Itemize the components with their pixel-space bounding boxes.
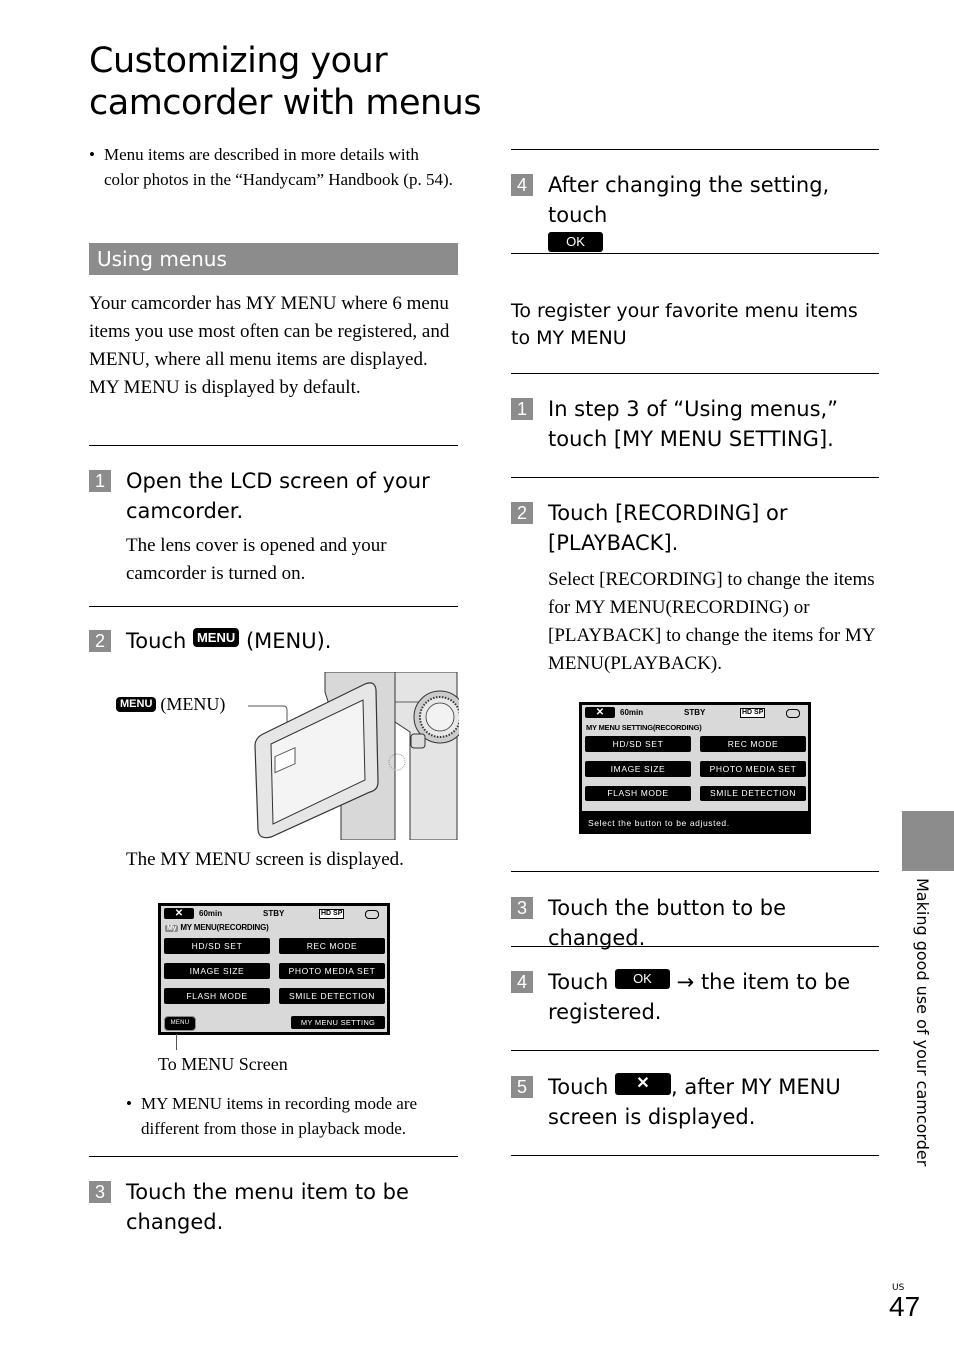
chapter-tab — [902, 811, 954, 871]
step-number: 5 — [511, 1076, 533, 1098]
page-title: Customizing your camcorder with menus — [89, 41, 482, 123]
menu-item-button[interactable]: IMAGE SIZE — [585, 761, 691, 777]
menu-item-button[interactable]: SMILE DETECTION — [700, 786, 806, 801]
my-menu-setting-button[interactable]: MY MENU SETTING — [291, 1016, 385, 1029]
page-number: 47 — [889, 1291, 921, 1322]
menu-item-button[interactable]: SMILE DETECTION — [279, 988, 385, 1004]
menu-item-button[interactable]: PHOTO MEDIA SET — [279, 963, 385, 979]
divider — [511, 373, 879, 374]
bullet-icon: • — [126, 1094, 132, 1113]
menu-item-button[interactable]: HD/SD SET — [585, 736, 691, 752]
screen-footer-message: Select the button to be adjusted. — [580, 813, 810, 833]
my-menu-setting-screen: ✕ 60min STBY HD SP MY MENU SETTING(RECOR… — [579, 702, 811, 834]
battery-indicator: 60min — [620, 708, 644, 717]
screen-heading: MY MENU SETTING(RECORDING) — [586, 723, 702, 732]
section-intro: Your camcorder has MY MENU where 6 menu … — [89, 293, 450, 398]
screen-caption: To MENU Screen — [158, 1054, 288, 1074]
step-number: 3 — [89, 1181, 111, 1203]
step-2: 2 Touch MENU (MENU). — [89, 626, 458, 656]
arrow-right-icon: → — [676, 970, 695, 994]
chapter-label: Making good use of your camcorder — [913, 878, 932, 1167]
menu-button-icon: MENU — [116, 697, 157, 712]
register-step-1: 1 In step 3 of “Using menus,” touch [MY … — [511, 394, 879, 454]
ok-button-icon: OK — [548, 232, 603, 252]
close-button-icon: ✕ — [614, 1073, 671, 1095]
menu-item-button[interactable]: FLASH MODE — [585, 786, 691, 801]
media-icon — [365, 910, 379, 919]
register-step-4: 4 Touch OK → the item to be registered. — [511, 967, 879, 1027]
menu-item-button[interactable]: IMAGE SIZE — [164, 963, 270, 979]
step-3: 3 Touch the menu item to be changed. — [89, 1177, 458, 1237]
mode-note: • MY MENU items in recording mode are di… — [126, 1091, 456, 1141]
divider — [511, 1155, 879, 1156]
my-badge: My — [165, 925, 179, 932]
bullet-icon: • — [89, 145, 95, 164]
camcorder-illustration — [248, 672, 459, 840]
divider — [511, 871, 879, 872]
section-heading: Using menus — [89, 243, 458, 275]
close-icon[interactable]: ✕ — [585, 707, 615, 718]
figure-caption: The MY MENU screen is displayed. — [126, 849, 404, 870]
divider — [511, 477, 879, 478]
menu-item-button[interactable]: PHOTO MEDIA SET — [700, 761, 806, 777]
step-number: 2 — [89, 630, 111, 652]
step-number: 1 — [89, 470, 111, 492]
step-number: 4 — [511, 174, 533, 196]
step-1: 1 Open the LCD screen of your camcorder.… — [89, 466, 458, 588]
divider — [89, 1156, 458, 1157]
menu-item-button[interactable]: FLASH MODE — [164, 988, 270, 1004]
register-step-2: 2 Touch [RECORDING] or [PLAYBACK]. Selec… — [511, 498, 879, 678]
my-menu-screen: ✕ 60min STBY HD SP My MY MENU(RECORDING) … — [158, 903, 390, 1035]
menu-item-button[interactable]: REC MODE — [279, 938, 385, 954]
divider — [511, 253, 879, 254]
quality-indicator: HD SP — [740, 708, 766, 718]
step-4: 4 After changing the setting, touch OK — [511, 170, 879, 252]
register-step-5: 5 Touch ✕, after MY MENU screen is displ… — [511, 1072, 879, 1132]
step-number: 2 — [511, 502, 533, 524]
menu-button-icon: MENU — [192, 627, 240, 647]
divider — [89, 606, 458, 607]
menu-item-button[interactable]: HD/SD SET — [164, 938, 270, 954]
media-icon — [786, 709, 800, 718]
callout-line — [176, 1034, 177, 1050]
menu-item-button[interactable]: REC MODE — [700, 736, 806, 752]
ok-button-icon: OK — [614, 969, 670, 989]
to-menu-button[interactable]: MENU — [164, 1016, 196, 1031]
battery-indicator: 60min — [199, 909, 223, 918]
step-number: 3 — [511, 897, 533, 919]
screen-heading: MY MENU(RECORDING) — [180, 923, 269, 932]
close-icon[interactable]: ✕ — [164, 908, 194, 919]
divider — [511, 946, 879, 947]
divider — [511, 1050, 879, 1051]
step-number: 1 — [511, 398, 533, 420]
quality-indicator: HD SP — [319, 909, 345, 919]
divider — [511, 149, 879, 150]
divider — [89, 445, 458, 446]
intro-note: • Menu items are described in more detai… — [89, 142, 454, 192]
status-indicator: STBY — [684, 708, 706, 717]
status-indicator: STBY — [263, 909, 285, 918]
menu-callout: MENU (MENU) — [116, 694, 225, 715]
register-step-3: 3 Touch the button to be changed. — [511, 893, 879, 953]
register-heading: To register your favorite menu items to … — [511, 300, 858, 349]
step-number: 4 — [511, 971, 533, 993]
